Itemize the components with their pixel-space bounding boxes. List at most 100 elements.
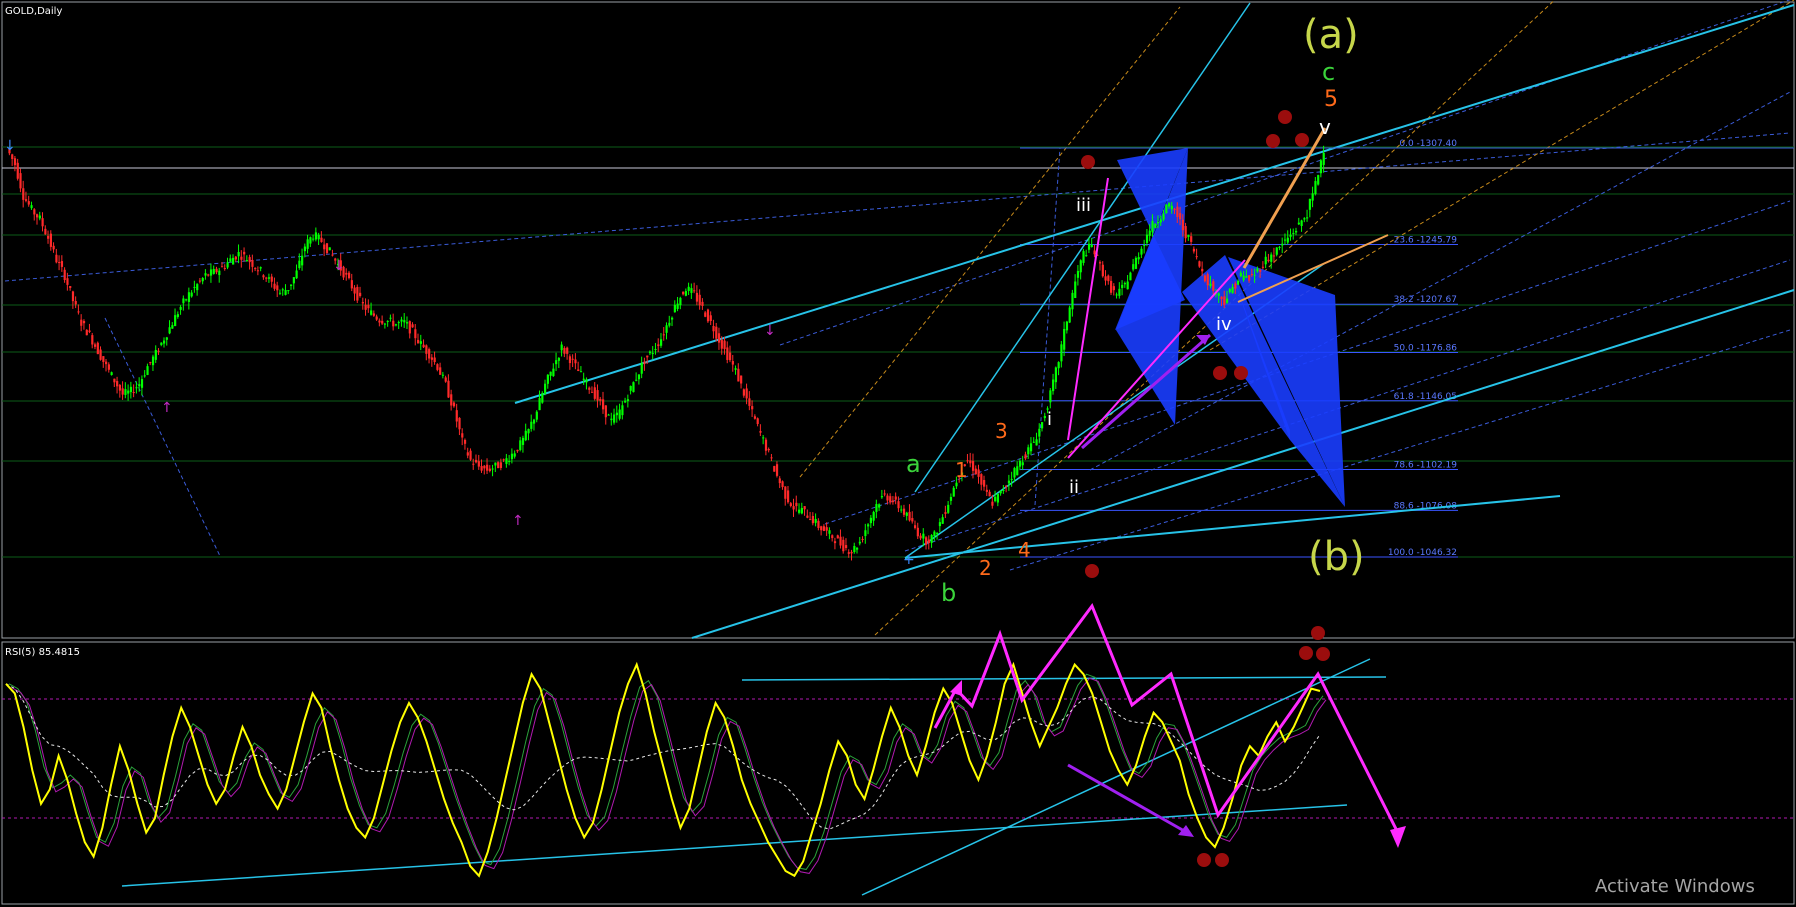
- svg-text:↑: ↑: [161, 400, 173, 416]
- candle-body: [643, 361, 646, 364]
- candle-body: [759, 431, 762, 433]
- candle-body: [955, 482, 958, 487]
- candle-body: [709, 315, 712, 321]
- candle-body: [229, 258, 232, 262]
- candle-body: [648, 351, 652, 354]
- candle-body: [853, 545, 856, 553]
- candle-body: [1322, 152, 1325, 165]
- candle-body: [33, 209, 36, 215]
- candle-body: [546, 374, 549, 384]
- candle-body: [687, 286, 690, 291]
- candle-body: [88, 330, 91, 332]
- candle-body: [836, 535, 839, 539]
- candle-body: [994, 496, 997, 502]
- candle-body: [1143, 245, 1146, 247]
- candle-body: [585, 379, 588, 383]
- candle-body: [234, 256, 237, 260]
- candle-body: [723, 340, 726, 350]
- wave-label-5: 5: [1324, 87, 1338, 112]
- candle-body: [198, 280, 202, 282]
- candle-body: [389, 317, 392, 319]
- candle-body: [1270, 254, 1273, 262]
- candle-body: [679, 297, 682, 306]
- candle-body: [1317, 175, 1320, 185]
- candle-body: [301, 255, 304, 266]
- candle-body: [734, 368, 737, 370]
- candle-body: [867, 524, 870, 527]
- candle-body: [52, 245, 55, 250]
- candle-body: [58, 262, 61, 264]
- candle-body: [613, 414, 616, 423]
- candle-body: [345, 272, 348, 275]
- candle-body: [969, 460, 972, 464]
- candle-body: [695, 292, 699, 302]
- candle-body: [209, 269, 213, 276]
- trendlines: [4, 0, 1795, 639]
- candle-body: [256, 270, 260, 272]
- candle-body: [447, 380, 450, 398]
- candle-body: [671, 317, 674, 320]
- candle-body: [1040, 422, 1044, 429]
- candle-body: [505, 458, 508, 464]
- candle-body: [428, 349, 431, 359]
- candle-body: [1275, 247, 1278, 255]
- candle-body: [555, 360, 558, 365]
- candle-body: [541, 393, 544, 403]
- wave-label-iii: iii: [1076, 195, 1091, 216]
- candle-body: [149, 362, 152, 364]
- candle-body: [1319, 160, 1323, 174]
- candle-body: [1187, 235, 1190, 238]
- candle-body: [740, 375, 743, 384]
- candle-body: [419, 341, 422, 344]
- candle-body: [1259, 269, 1262, 272]
- candle-body: [1237, 280, 1240, 285]
- candle-body: [154, 350, 157, 360]
- candle-body: [69, 286, 72, 288]
- candle-body: [13, 158, 17, 166]
- candle-body: [47, 235, 50, 239]
- candle-body: [792, 506, 795, 510]
- candle-body: [160, 342, 163, 345]
- candle-body: [386, 320, 389, 323]
- candle-body: [436, 364, 439, 370]
- candle-body: [176, 314, 180, 317]
- wave-label-c: c: [1322, 58, 1335, 86]
- candle-body: [1068, 307, 1071, 323]
- candle-body: [240, 256, 243, 260]
- candle-body: [458, 417, 461, 430]
- candle-body: [121, 388, 124, 395]
- candle-body: [353, 287, 356, 294]
- candle-body: [977, 469, 980, 477]
- arrow-markers: ↓ ↓ ↑ ↑ ↓ +: [4, 138, 915, 568]
- candle-body: [1076, 270, 1080, 278]
- candle-body: [971, 460, 975, 471]
- candle-body: [806, 515, 809, 518]
- candle-body: [347, 272, 351, 279]
- candle-body: [1090, 244, 1093, 247]
- candle-body: [996, 493, 1000, 503]
- candle-body: [704, 312, 707, 317]
- candle-body: [193, 286, 196, 288]
- candle-body: [1179, 213, 1182, 220]
- candle-body: [383, 323, 387, 325]
- candle-body: [900, 509, 903, 511]
- wave-label-1: 1: [955, 458, 968, 482]
- candle-body: [831, 535, 834, 539]
- candle-body: [408, 321, 411, 334]
- candle-body: [328, 247, 331, 251]
- candle-body: [124, 389, 127, 395]
- candle-body: [140, 379, 144, 388]
- candle-body: [521, 437, 525, 445]
- candle-body: [742, 389, 746, 396]
- candle-body: [403, 320, 406, 323]
- candle-body: [640, 362, 643, 374]
- candle-body: [96, 342, 99, 355]
- candle-body: [135, 387, 138, 389]
- candle-body: [913, 525, 917, 528]
- candle-body: [1283, 239, 1287, 241]
- candle-body: [1306, 217, 1309, 219]
- candle-body: [911, 518, 914, 522]
- candle-body: [820, 526, 823, 531]
- candle-body: [243, 251, 246, 255]
- candle-body: [897, 501, 900, 509]
